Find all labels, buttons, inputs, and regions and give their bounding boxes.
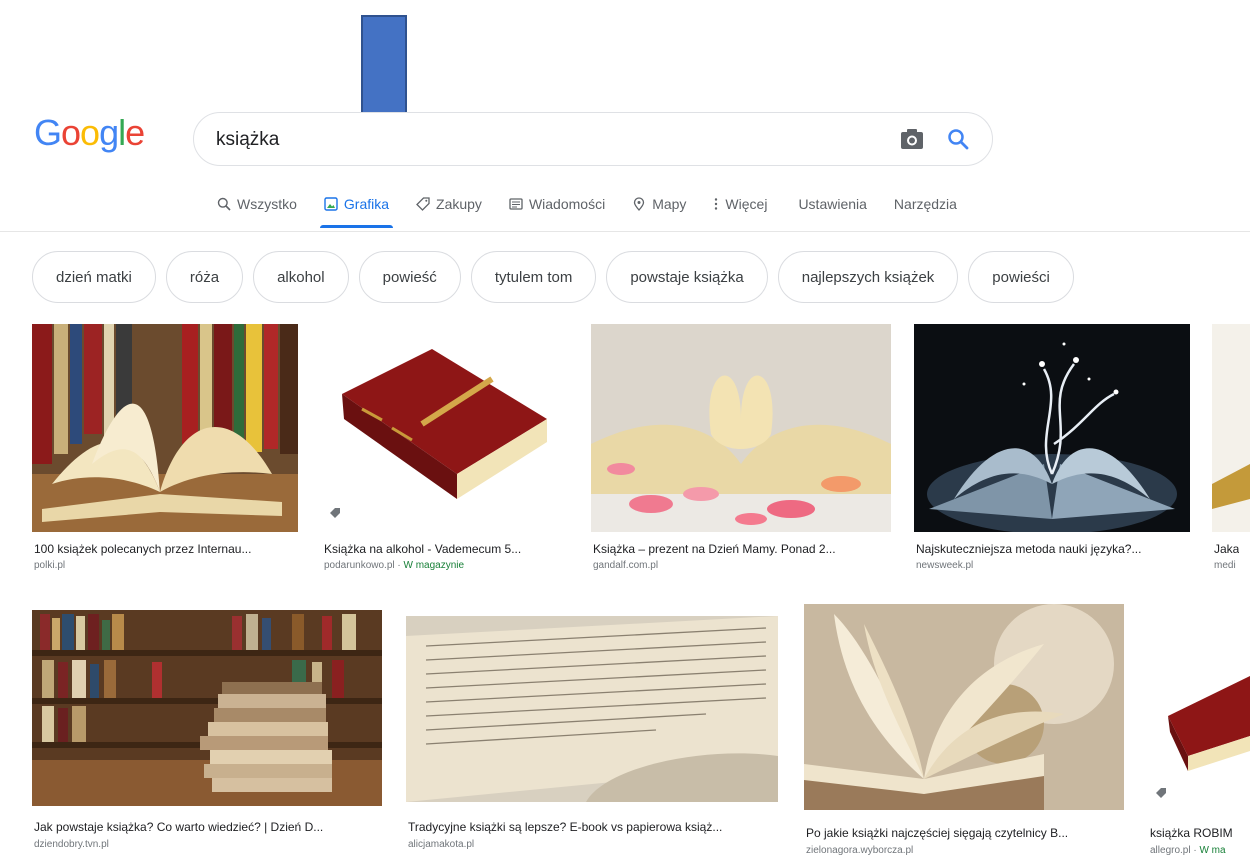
image-result[interactable]: Po jakie książki najczęściej sięgają czy… bbox=[804, 604, 1124, 857]
result-source[interactable]: medi bbox=[1214, 560, 1236, 571]
google-logo[interactable]: Google bbox=[34, 112, 145, 154]
tab-label: Mapy bbox=[652, 196, 687, 212]
result-source-domain: polki.pl bbox=[34, 560, 66, 571]
search-input[interactable] bbox=[216, 125, 876, 155]
result-source-domain: gandalf.com.pl bbox=[593, 560, 659, 571]
result-source[interactable]: podarunkowo.pl · W magazynie bbox=[324, 560, 464, 571]
tab-shopping[interactable]: Zakupy bbox=[416, 186, 482, 222]
header-divider bbox=[0, 231, 1250, 232]
result-source[interactable]: gandalf.com.pl bbox=[593, 560, 658, 571]
image-result[interactable]: Jaka medi bbox=[1212, 324, 1250, 584]
tab-label: Wszystko bbox=[237, 196, 297, 212]
result-source-domain: medi bbox=[1214, 560, 1236, 571]
image-icon bbox=[324, 197, 338, 211]
tab-more[interactable]: Więcej bbox=[713, 186, 767, 222]
news-icon bbox=[509, 197, 523, 211]
shopping-tag-icon bbox=[1156, 788, 1166, 798]
result-source-domain: allegro.pl · bbox=[1150, 845, 1200, 856]
result-thumbnail[interactable] bbox=[1212, 324, 1250, 532]
result-thumbnail[interactable] bbox=[32, 324, 298, 532]
image-result[interactable]: Książka na alkohol - Vademecum 5... poda… bbox=[322, 324, 568, 584]
chip-najlepszych-ksiazek[interactable]: najlepszych książek bbox=[777, 251, 959, 303]
result-title[interactable]: 100 książek polecanych przez Internau... bbox=[34, 542, 251, 556]
map-pin-icon bbox=[632, 197, 646, 211]
result-thumbnail[interactable] bbox=[1148, 606, 1250, 812]
result-title[interactable]: Książka na alkohol - Vademecum 5... bbox=[324, 542, 521, 556]
shopping-tag-icon bbox=[330, 508, 340, 518]
result-title[interactable]: Najskuteczniejsza metoda nauki języka?..… bbox=[916, 542, 1141, 556]
stock-status: W magazynie bbox=[403, 560, 465, 571]
result-thumbnail[interactable] bbox=[591, 324, 891, 532]
result-thumbnail[interactable] bbox=[914, 324, 1190, 532]
result-title[interactable]: Książka – prezent na Dzień Mamy. Ponad 2… bbox=[593, 542, 836, 556]
result-title[interactable]: Jaka bbox=[1214, 542, 1239, 556]
result-thumbnail[interactable] bbox=[32, 610, 382, 806]
chip-roza[interactable]: róża bbox=[165, 251, 244, 303]
result-thumbnail[interactable] bbox=[322, 324, 568, 532]
result-title[interactable]: książka ROBIM bbox=[1150, 826, 1233, 840]
result-source[interactable]: newsweek.pl bbox=[916, 560, 973, 571]
result-source[interactable]: dziendobry.tvn.pl bbox=[34, 839, 109, 850]
camera-icon[interactable] bbox=[900, 128, 924, 150]
related-chips: dzień matki róża alkohol powieść tytulem… bbox=[32, 251, 1084, 303]
result-thumbnail[interactable] bbox=[406, 616, 778, 802]
tab-label: Wiadomości bbox=[528, 196, 606, 212]
tab-maps[interactable]: Mapy bbox=[632, 186, 686, 222]
tab-label: Ustawienia bbox=[798, 196, 867, 212]
result-thumbnail[interactable] bbox=[804, 604, 1124, 810]
tab-settings[interactable]: Ustawienia bbox=[798, 186, 866, 222]
image-result[interactable]: Książka – prezent na Dzień Mamy. Ponad 2… bbox=[591, 324, 891, 584]
image-result[interactable]: 100 książek polecanych przez Internau...… bbox=[32, 324, 298, 584]
result-title[interactable]: Po jakie książki najczęściej sięgają czy… bbox=[806, 826, 1068, 840]
chip-powstaje-ksiazka[interactable]: powstaje książka bbox=[606, 251, 768, 303]
chip-alkohol[interactable]: alkohol bbox=[253, 251, 349, 303]
result-source[interactable]: polki.pl bbox=[34, 560, 65, 571]
chip-powiesc[interactable]: powieść bbox=[358, 251, 461, 303]
image-result[interactable]: Najskuteczniejsza metoda nauki języka?..… bbox=[914, 324, 1190, 584]
more-vert-icon bbox=[713, 197, 719, 211]
result-source-domain: newsweek.pl bbox=[916, 560, 974, 571]
chip-dzien-matki[interactable]: dzień matki bbox=[32, 251, 156, 303]
tag-icon bbox=[416, 197, 430, 211]
search-box bbox=[193, 112, 993, 166]
tab-tools[interactable]: Narzędzia bbox=[894, 186, 957, 222]
chip-tytulem-tom[interactable]: tytulem tom bbox=[470, 251, 597, 303]
tab-news[interactable]: Wiadomości bbox=[509, 186, 605, 222]
result-title[interactable]: Jak powstaje książka? Co warto wiedzieć?… bbox=[34, 820, 323, 834]
stock-status: W ma bbox=[1199, 845, 1226, 856]
tab-label: Więcej bbox=[725, 196, 768, 212]
image-result[interactable]: Tradycyjne książki są lepsze? E-book vs … bbox=[406, 616, 778, 857]
result-title[interactable]: Tradycyjne książki są lepsze? E-book vs … bbox=[408, 820, 722, 834]
tab-label: Zakupy bbox=[436, 196, 482, 212]
search-icon bbox=[217, 197, 231, 211]
result-source-domain: podarunkowo.pl · bbox=[324, 560, 404, 571]
tab-label: Narzędzia bbox=[893, 196, 957, 212]
result-source-domain: alicjamakota.pl bbox=[408, 839, 475, 850]
result-source[interactable]: allegro.pl · W ma bbox=[1150, 845, 1226, 856]
tab-images[interactable]: Grafika bbox=[319, 186, 394, 228]
image-result[interactable]: Jak powstaje książka? Co warto wiedzieć?… bbox=[32, 610, 382, 857]
result-source-domain: dziendobry.tvn.pl bbox=[34, 839, 109, 850]
result-source[interactable]: zielonagora.wyborcza.pl bbox=[806, 845, 913, 856]
chip-powiesci[interactable]: powieści bbox=[968, 251, 1074, 303]
image-result[interactable]: książka ROBIM allegro.pl · W ma bbox=[1148, 606, 1250, 857]
search-tabs: Wszystko Grafika Zakupy Wiadomości Mapy … bbox=[217, 186, 984, 230]
tab-all[interactable]: Wszystko bbox=[217, 186, 297, 222]
result-source[interactable]: alicjamakota.pl bbox=[408, 839, 474, 850]
result-source-domain: zielonagora.wyborcza.pl bbox=[806, 845, 914, 856]
search-icon[interactable] bbox=[946, 127, 970, 151]
tab-label: Grafika bbox=[343, 196, 390, 212]
